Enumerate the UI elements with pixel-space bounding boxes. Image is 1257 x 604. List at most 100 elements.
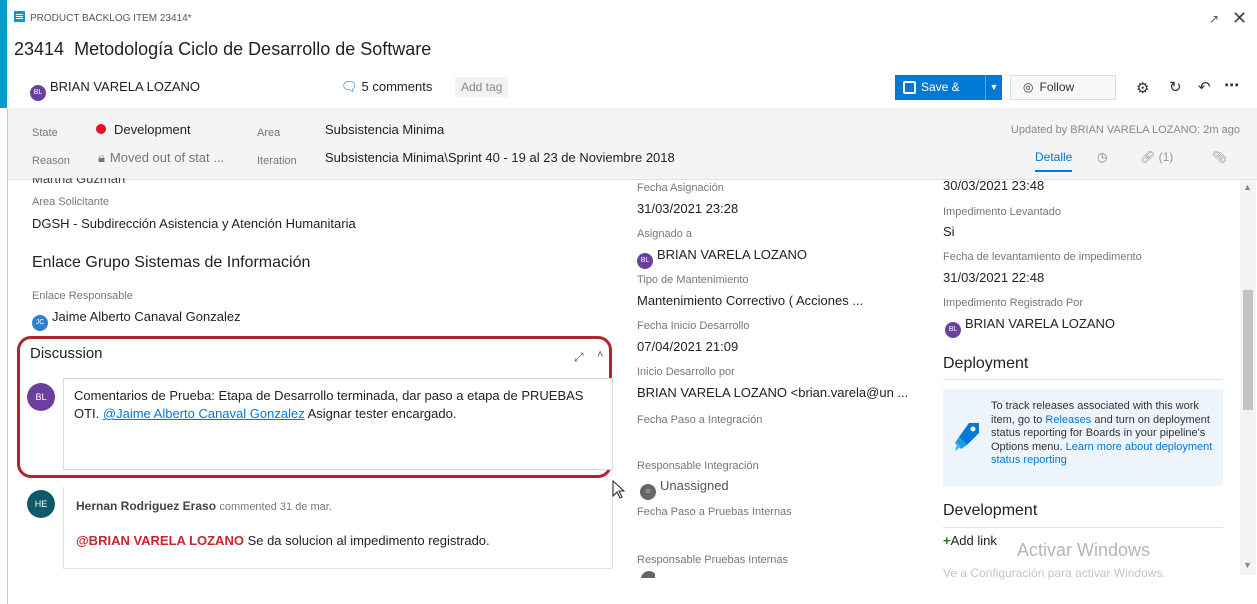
releases-link[interactable]: Releases	[1045, 414, 1091, 426]
add-link-label: Add link	[950, 533, 997, 548]
tab-links[interactable]: 🔗︎ (1)	[1140, 150, 1173, 164]
assigned-name: BRIAN VARELA LOZANO	[50, 79, 201, 94]
comment-icon: 🗨	[341, 79, 358, 94]
asignado-field[interactable]: BL BRIAN VARELA LOZANO	[637, 247, 807, 269]
comment-body: @BRIAN VARELA LOZANO Se da solucion al i…	[76, 533, 490, 548]
save-close-button[interactable]: Save & Close ▼	[895, 75, 1002, 119]
imp-registrado-value: BRIAN VARELA LOZANO	[965, 316, 1116, 331]
fecha-integracion-label: Fecha Paso a Integración	[637, 414, 763, 426]
reason-field[interactable]: 🔒︎ Moved out of stat ...	[98, 150, 224, 166]
rocket-icon	[955, 423, 979, 451]
fecha-inicio-value[interactable]: 07/04/2021 21:09	[637, 339, 738, 354]
history-icon[interactable]: ◷	[1097, 150, 1107, 164]
inicio-por-value[interactable]: BRIAN VARELA LOZANO <brian.varela@un ...	[637, 385, 908, 400]
work-item-type-label: PRODUCT BACKLOG ITEM 23414*	[14, 11, 192, 24]
save-icon	[903, 81, 916, 94]
fecha-lev-label: Fecha de levantamiento de impedimento	[943, 251, 1142, 263]
links-count: (1)	[1158, 150, 1174, 164]
asignado-value: BRIAN VARELA LOZANO	[657, 247, 808, 262]
mouse-cursor-icon	[612, 480, 626, 499]
maximize-icon[interactable]: ⤢	[574, 350, 584, 365]
save-dropdown-chevron-icon[interactable]: ▼	[985, 75, 1002, 100]
attachment-icon[interactable]: 📎︎	[1212, 150, 1227, 164]
fecha-pruebas-label: Fecha Paso a Pruebas Internas	[637, 506, 792, 518]
tab-detail[interactable]: Detalle	[1035, 150, 1073, 172]
comment-editor[interactable]: Comentarios de Prueba: Etapa de Desarrol…	[63, 378, 613, 470]
work-item-title[interactable]: 23414 Metodología Ciclo de Desarrollo de…	[14, 39, 431, 60]
work-item-title-text[interactable]: Metodología Ciclo de Desarrollo de Softw…	[74, 39, 431, 59]
comment-author-avatar: HE	[27, 490, 59, 518]
avatar: BL	[945, 322, 961, 338]
save-close-main[interactable]: Save & Close	[895, 75, 983, 119]
discussion-title: Discussion	[30, 345, 103, 362]
add-tag-button[interactable]: Add tag	[455, 77, 509, 97]
fecha-asignacion-value[interactable]: 31/03/2021 23:28	[637, 201, 738, 216]
scrollbar-thumb[interactable]	[1243, 290, 1253, 410]
assigned-to-field[interactable]: BL BRIAN VARELA LOZANO	[30, 79, 200, 101]
state-label: State	[32, 127, 58, 139]
type-accent-bar	[0, 0, 7, 108]
comment-text: Se da solucion al impedimento registrado…	[243, 533, 490, 548]
area-solicitante-value[interactable]: DGSH - Subdirección Asistencia y Atenció…	[32, 216, 356, 231]
state-value: Development	[114, 122, 191, 137]
activation-watermark-title: Activar Windows	[1017, 540, 1151, 560]
expand-icon[interactable]: ↗	[1209, 12, 1219, 26]
asignado-label: Asignado a	[637, 228, 693, 240]
comment-mention[interactable]: @BRIAN VARELA LOZANO	[76, 533, 244, 548]
imp-levantado-value[interactable]: Si	[943, 224, 955, 239]
reason-value: Moved out of stat ...	[109, 150, 225, 165]
gear-icon[interactable]: ⚙	[1136, 79, 1149, 97]
backlog-item-icon	[14, 11, 25, 22]
scroll-down-icon[interactable]: ▼	[1243, 560, 1252, 570]
tipo-mant-label: Tipo de Mantenimiento	[637, 274, 749, 286]
lock-icon: 🔒︎	[98, 150, 105, 165]
state-dot-icon	[96, 124, 106, 134]
comment-author[interactable]: Hernan Rodriguez Eraso	[76, 499, 216, 513]
state-field[interactable]: Development	[96, 122, 191, 137]
cut-off-value: Martha Guzmán	[32, 178, 126, 186]
scroll-up-icon[interactable]: ▲	[1243, 182, 1252, 192]
type-label-text: PRODUCT BACKLOG ITEM 23414*	[30, 13, 192, 24]
resp-pruebas-avatar-partial	[641, 571, 655, 578]
avatar: JC	[32, 315, 48, 331]
iteration-label: Iteration	[257, 155, 297, 167]
resp-pruebas-label: Responsable Pruebas Internas	[637, 554, 789, 566]
more-actions-icon[interactable]: ⋯	[1224, 76, 1239, 94]
area-solicitante-label: Area Solicitante	[32, 196, 110, 208]
editor-text-2: Asignar tester encargado.	[304, 406, 457, 421]
fecha-asignacion-label: Fecha Asignación	[637, 182, 724, 194]
reason-label: Reason	[32, 155, 70, 167]
link-icon: 🔗︎	[1140, 150, 1156, 164]
close-icon[interactable]: ✕	[1232, 8, 1247, 29]
comment-header: Hernan Rodriguez Eraso commented 31 de m…	[76, 499, 332, 513]
iteration-field[interactable]: Subsistencia Minima\Sprint 40 - 19 al 23…	[325, 150, 675, 165]
collapse-chevron-icon[interactable]: ˄	[597, 349, 603, 361]
top-date-value[interactable]: 30/03/2021 23:48	[943, 178, 1044, 193]
editor-avatar: BL	[27, 383, 59, 411]
fecha-lev-value[interactable]: 31/03/2021 22:48	[943, 270, 1044, 285]
deployment-title: Deployment	[943, 355, 1029, 372]
work-item-dialog: PRODUCT BACKLOG ITEM 23414* 23414 Metodo…	[0, 0, 1257, 604]
editor-mention-link[interactable]: @Jaime Alberto Canaval Gonzalez	[103, 406, 305, 421]
unassigned-user-icon: ☺	[640, 484, 656, 500]
avatar: BL	[637, 253, 653, 269]
enlace-responsable-field[interactable]: JC Jaime Alberto Canaval Gonzalez	[32, 309, 241, 331]
resp-integracion-value: Unassigned	[660, 478, 729, 493]
undo-icon[interactable]: ↶	[1198, 78, 1211, 96]
avatar	[641, 571, 655, 578]
area-field[interactable]: Subsistencia Minima	[325, 122, 444, 137]
imp-registrado-field[interactable]: BL BRIAN VARELA LOZANO	[945, 316, 1115, 338]
comments-link[interactable]: 🗨 5 comments	[341, 79, 432, 95]
follow-button[interactable]: ◎ Follow	[1010, 75, 1116, 100]
activation-watermark-subtitle: Ve a Configuración para activar Windows.	[943, 566, 1166, 580]
fecha-inicio-label: Fecha Inicio Desarrollo	[637, 320, 750, 332]
imp-registrado-label: Impedimento Registrado Por	[943, 297, 1084, 309]
refresh-icon[interactable]: ↻	[1169, 78, 1182, 96]
enlace-responsable-label: Enlace Responsable	[32, 290, 133, 302]
tipo-mant-value[interactable]: Mantenimiento Correctivo ( Acciones ...	[637, 293, 863, 308]
left-border	[7, 108, 8, 604]
updated-by-text[interactable]: Updated by BRIAN VARELA LOZANO: 2m ago	[990, 124, 1240, 136]
follow-icon: ◎	[1023, 80, 1034, 94]
add-link-button[interactable]: +Add link	[943, 533, 997, 548]
resp-integracion-field[interactable]: ☺ Unassigned	[640, 478, 729, 500]
